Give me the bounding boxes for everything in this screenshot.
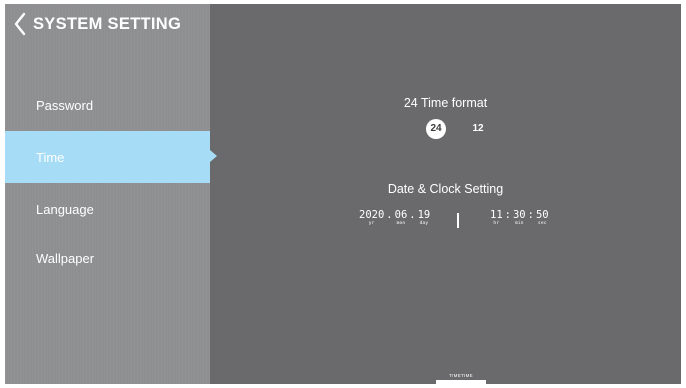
sidebar-item-language[interactable]: Language	[5, 183, 210, 235]
page-title: SYSTEM SETTING	[33, 14, 182, 33]
month-field[interactable]: 06 mon	[395, 210, 408, 227]
time-format-options: 24 12	[210, 119, 681, 139]
second-field[interactable]: 50 sec	[536, 210, 549, 227]
back-button[interactable]: SYSTEM SETTING	[13, 10, 181, 38]
sidebar-item-label: Language	[36, 201, 94, 217]
footer-label: TIMETIME	[449, 373, 473, 378]
sidebar-item-label: Wallpaper	[36, 250, 95, 266]
day-field[interactable]: 19 day	[418, 210, 431, 227]
date-clock-values: 2020 yr . 06 mon . 19 day 11 hr: 30 min…	[210, 210, 681, 232]
format-12-option[interactable]: 12	[468, 119, 488, 139]
date-time-divider	[457, 213, 459, 228]
chevron-left-icon	[13, 12, 27, 36]
footer-bar	[436, 380, 486, 384]
clock-picker[interactable]: 11 hr : 30 min : 50 sec	[490, 210, 549, 227]
sidebar-item-label: Password	[36, 97, 94, 113]
sidebar: SYSTEM SETTING Password Time Language Wa…	[5, 4, 210, 384]
time-format-title: 24 Time format	[403, 96, 488, 110]
date-clock-title: Date & Clock Setting	[387, 182, 504, 196]
format-24-option[interactable]: 24	[426, 119, 446, 139]
sidebar-item-label: Time	[36, 149, 65, 165]
minute-field[interactable]: 30 min	[513, 210, 526, 227]
settings-screen: SYSTEM SETTING Password Time Language Wa…	[5, 4, 681, 384]
time-settings-panel: 24 Time format 24 12 Date & Clock Settin…	[210, 4, 681, 384]
hour-field[interactable]: 11 hr	[490, 210, 503, 227]
sidebar-item-wallpaper[interactable]: Wallpaper	[5, 232, 210, 284]
year-field[interactable]: 2020 yr	[359, 210, 384, 227]
sidebar-item-password[interactable]: Password	[5, 79, 210, 131]
date-picker[interactable]: 2020 yr . 06 mon . 19 day	[359, 210, 430, 227]
sidebar-item-time[interactable]: Time	[5, 131, 210, 183]
